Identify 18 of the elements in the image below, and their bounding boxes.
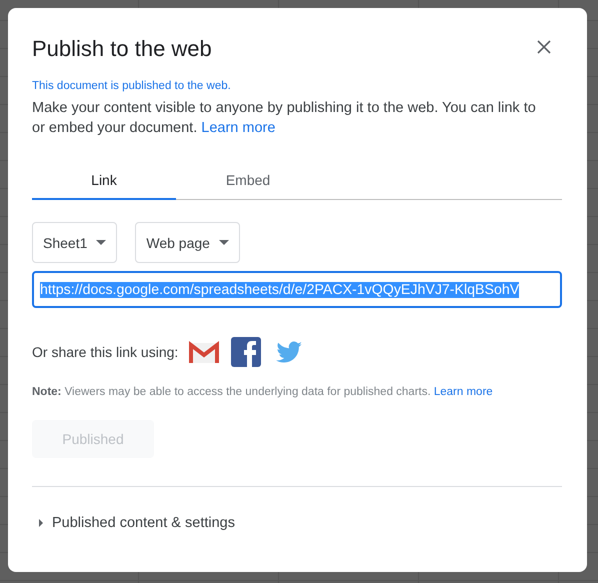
tab[interactable]: Link xyxy=(32,168,176,200)
dialog-title: Publish to the web xyxy=(32,36,212,62)
note-text: Note: Viewers may be able to access the underlying data for published charts. Learn more xyxy=(32,386,494,398)
dropdown-select[interactable]: Sheet1 xyxy=(32,222,118,263)
description-text: Make your content visible to anyone by publishing it to the web. You can link to or embed your document. Learn more xyxy=(32,99,537,138)
expand-arrow-icon xyxy=(38,519,44,527)
caret-icon xyxy=(218,240,229,245)
url-field[interactable]: https://docs.google.com/spreadsheets/d/e/2PACX-1vQQyEJhVJ7-KlqBSohV xyxy=(32,271,562,308)
learn-more-link[interactable]: Learn more xyxy=(434,386,493,398)
tab[interactable]: Embed xyxy=(176,168,320,200)
status-message: This document is published to the web. xyxy=(32,80,232,92)
caret-icon xyxy=(96,240,106,245)
facebook-icon[interactable] xyxy=(230,336,262,368)
settings-section-toggle[interactable]: Published content & settings xyxy=(38,515,235,531)
dropdown-select[interactable]: Web page xyxy=(135,222,240,263)
learn-more-link[interactable]: Learn more xyxy=(201,120,276,136)
close-icon xyxy=(537,40,551,54)
share-label: Or share this link using: xyxy=(32,344,178,360)
